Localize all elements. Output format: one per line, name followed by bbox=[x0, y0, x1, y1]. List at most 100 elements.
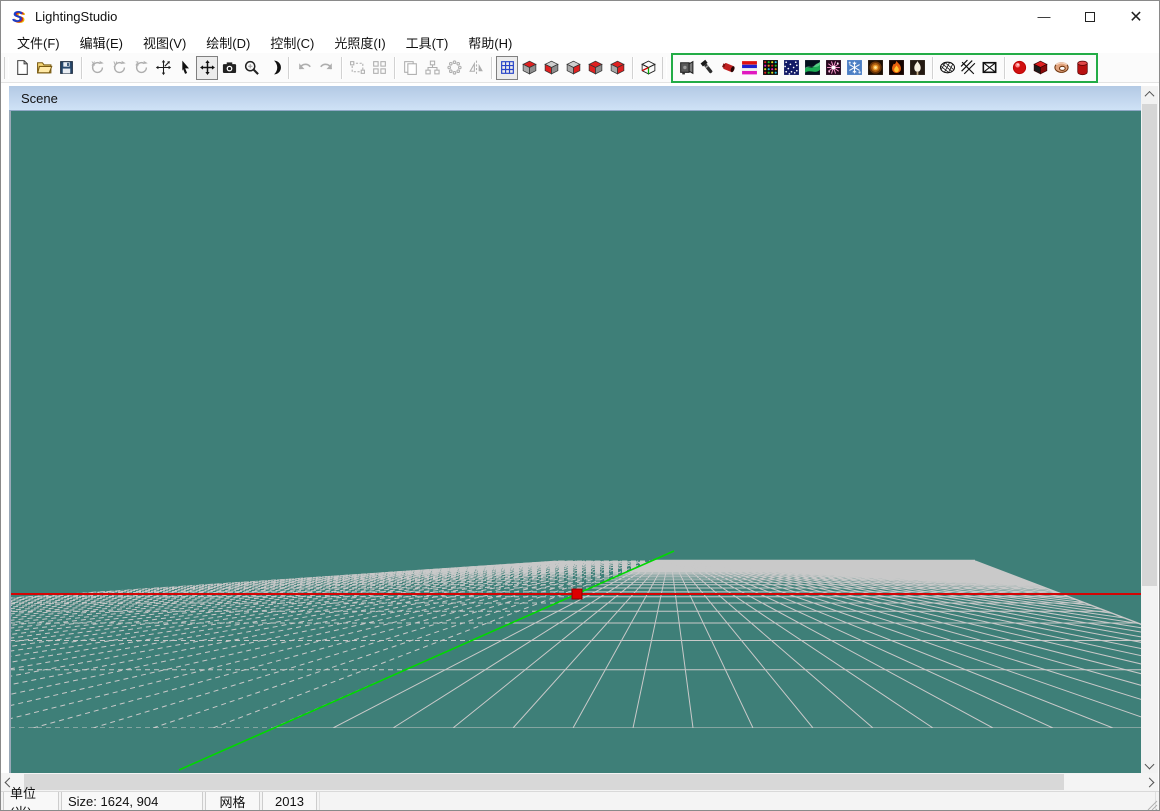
light-starfield-button[interactable] bbox=[781, 56, 802, 80]
redo-icon bbox=[318, 59, 335, 76]
scene-window-title-bar[interactable]: Scene bbox=[9, 86, 1141, 111]
close-button[interactable]: ✕ bbox=[1113, 1, 1159, 32]
light-stripes-button[interactable] bbox=[739, 56, 760, 80]
menu-item-view[interactable]: 视图(V) bbox=[133, 31, 196, 54]
select-cursor-button[interactable] bbox=[174, 56, 196, 80]
firework-icon bbox=[825, 59, 842, 76]
shape-cylinder-button[interactable] bbox=[1072, 56, 1093, 80]
cube1-icon bbox=[521, 59, 538, 76]
svg-text:S: S bbox=[12, 9, 23, 26]
scroll-right-button[interactable] bbox=[1141, 773, 1158, 791]
align-squares-button bbox=[368, 56, 390, 80]
shape-sphere-button[interactable] bbox=[1009, 56, 1030, 80]
scroll-down-button[interactable] bbox=[1141, 756, 1158, 773]
shape-cube-button[interactable] bbox=[1030, 56, 1051, 80]
light-snowflake-button[interactable] bbox=[844, 56, 865, 80]
svg-text:x: x bbox=[91, 61, 95, 68]
light-glow-button[interactable] bbox=[865, 56, 886, 80]
hatch-lines-button[interactable] bbox=[958, 56, 979, 80]
menu-item-control[interactable]: 控制(C) bbox=[260, 31, 324, 54]
flash-icon bbox=[699, 59, 716, 76]
new-icon bbox=[14, 59, 31, 76]
light-spot-button[interactable] bbox=[718, 56, 739, 80]
cylinder-icon bbox=[1074, 59, 1091, 76]
vertical-scrollbar-thumb[interactable] bbox=[1142, 104, 1157, 586]
camera-button[interactable] bbox=[218, 56, 240, 80]
view-cube-2-button[interactable] bbox=[540, 56, 562, 80]
origin-marker[interactable] bbox=[572, 589, 582, 599]
minimize-button[interactable]: — bbox=[1021, 1, 1067, 32]
squares-icon bbox=[371, 59, 388, 76]
redo-button bbox=[315, 56, 337, 80]
menu-item-file[interactable]: 文件(F) bbox=[7, 31, 70, 54]
menu-item-help[interactable]: 帮助(H) bbox=[458, 31, 522, 54]
light-fire-button[interactable] bbox=[886, 56, 907, 80]
svg-text:y: y bbox=[113, 61, 117, 68]
zoom-button[interactable] bbox=[240, 56, 262, 80]
minimize-icon: — bbox=[1038, 9, 1051, 24]
move-axes-button[interactable] bbox=[152, 56, 174, 80]
menu-item-draw[interactable]: 绘制(D) bbox=[196, 31, 260, 54]
stripes-icon bbox=[741, 59, 758, 76]
menu-item-illuminance[interactable]: 光照度(I) bbox=[324, 31, 395, 54]
snow-icon bbox=[846, 59, 863, 76]
scroll-up-button[interactable] bbox=[1141, 86, 1158, 103]
sphere-icon bbox=[1011, 59, 1028, 76]
toolbar-separator bbox=[632, 57, 633, 79]
view-cube-3-button[interactable] bbox=[562, 56, 584, 80]
light-torch-button[interactable] bbox=[907, 56, 928, 80]
toolbar-group-file bbox=[11, 56, 77, 80]
status-bar: 单位(米) Size: 1624, 904 网格 2013 bbox=[1, 791, 1159, 811]
resize-grip[interactable] bbox=[1146, 799, 1158, 811]
unit-label: 单位(米) bbox=[10, 783, 52, 811]
toolbar-separator bbox=[394, 57, 395, 79]
stats-icon bbox=[424, 59, 441, 76]
maximize-button[interactable] bbox=[1067, 1, 1113, 32]
orbit-arc-button[interactable] bbox=[262, 56, 284, 80]
rotate-z-button: z bbox=[130, 56, 152, 80]
undo-button bbox=[293, 56, 315, 80]
toolbar-separator bbox=[932, 57, 933, 79]
toolbar-group-selection bbox=[346, 56, 390, 80]
light-fireworks-button[interactable] bbox=[823, 56, 844, 80]
save-file-button[interactable] bbox=[55, 56, 77, 80]
chevron-right-icon bbox=[1145, 777, 1155, 787]
open-icon bbox=[36, 59, 53, 76]
grid-label: 网格 bbox=[219, 792, 245, 811]
scene-viewport[interactable] bbox=[11, 111, 1141, 773]
horizontal-scrollbar[interactable] bbox=[1, 773, 1158, 791]
shape-ring-button[interactable] bbox=[1051, 56, 1072, 80]
dots-icon bbox=[446, 59, 463, 76]
ring-icon bbox=[1053, 59, 1070, 76]
menu-item-tools[interactable]: 工具(T) bbox=[396, 31, 459, 54]
view-cube-1-button[interactable] bbox=[518, 56, 540, 80]
view-cube-4-button[interactable] bbox=[584, 56, 606, 80]
grid-toggle-button[interactable] bbox=[496, 56, 518, 80]
diag-icon bbox=[960, 59, 977, 76]
menu-item-edit[interactable]: 编辑(E) bbox=[70, 31, 133, 54]
open-file-button[interactable] bbox=[33, 56, 55, 80]
mesh-ball-button[interactable] bbox=[937, 56, 958, 80]
scene-3d-canvas[interactable] bbox=[11, 111, 1141, 773]
light-led-matrix-button[interactable] bbox=[760, 56, 781, 80]
led-icon bbox=[762, 59, 779, 76]
lamp-icon bbox=[678, 59, 695, 76]
toolbar: x y z bbox=[1, 53, 1159, 83]
horizontal-scrollbar-thumb[interactable] bbox=[24, 774, 1064, 790]
new-file-button[interactable] bbox=[11, 56, 33, 80]
view-cube-5-button[interactable] bbox=[606, 56, 628, 80]
vertical-scrollbar[interactable] bbox=[1141, 86, 1158, 773]
light-projector-button[interactable] bbox=[676, 56, 697, 80]
app-logo-icon: S S S bbox=[10, 8, 28, 26]
maximize-icon bbox=[1085, 12, 1095, 22]
close-icon: ✕ bbox=[1129, 7, 1142, 27]
chevron-up-icon bbox=[1145, 91, 1155, 101]
light-flashlight-button[interactable] bbox=[697, 56, 718, 80]
truss-frame-button[interactable] bbox=[979, 56, 1000, 80]
cursor-icon bbox=[177, 59, 194, 76]
light-aurora-button[interactable] bbox=[802, 56, 823, 80]
pan-button[interactable] bbox=[196, 56, 218, 80]
zoom-icon bbox=[243, 59, 260, 76]
view-cube-axes-button[interactable] bbox=[637, 56, 659, 80]
rotx-icon: x bbox=[89, 59, 106, 76]
